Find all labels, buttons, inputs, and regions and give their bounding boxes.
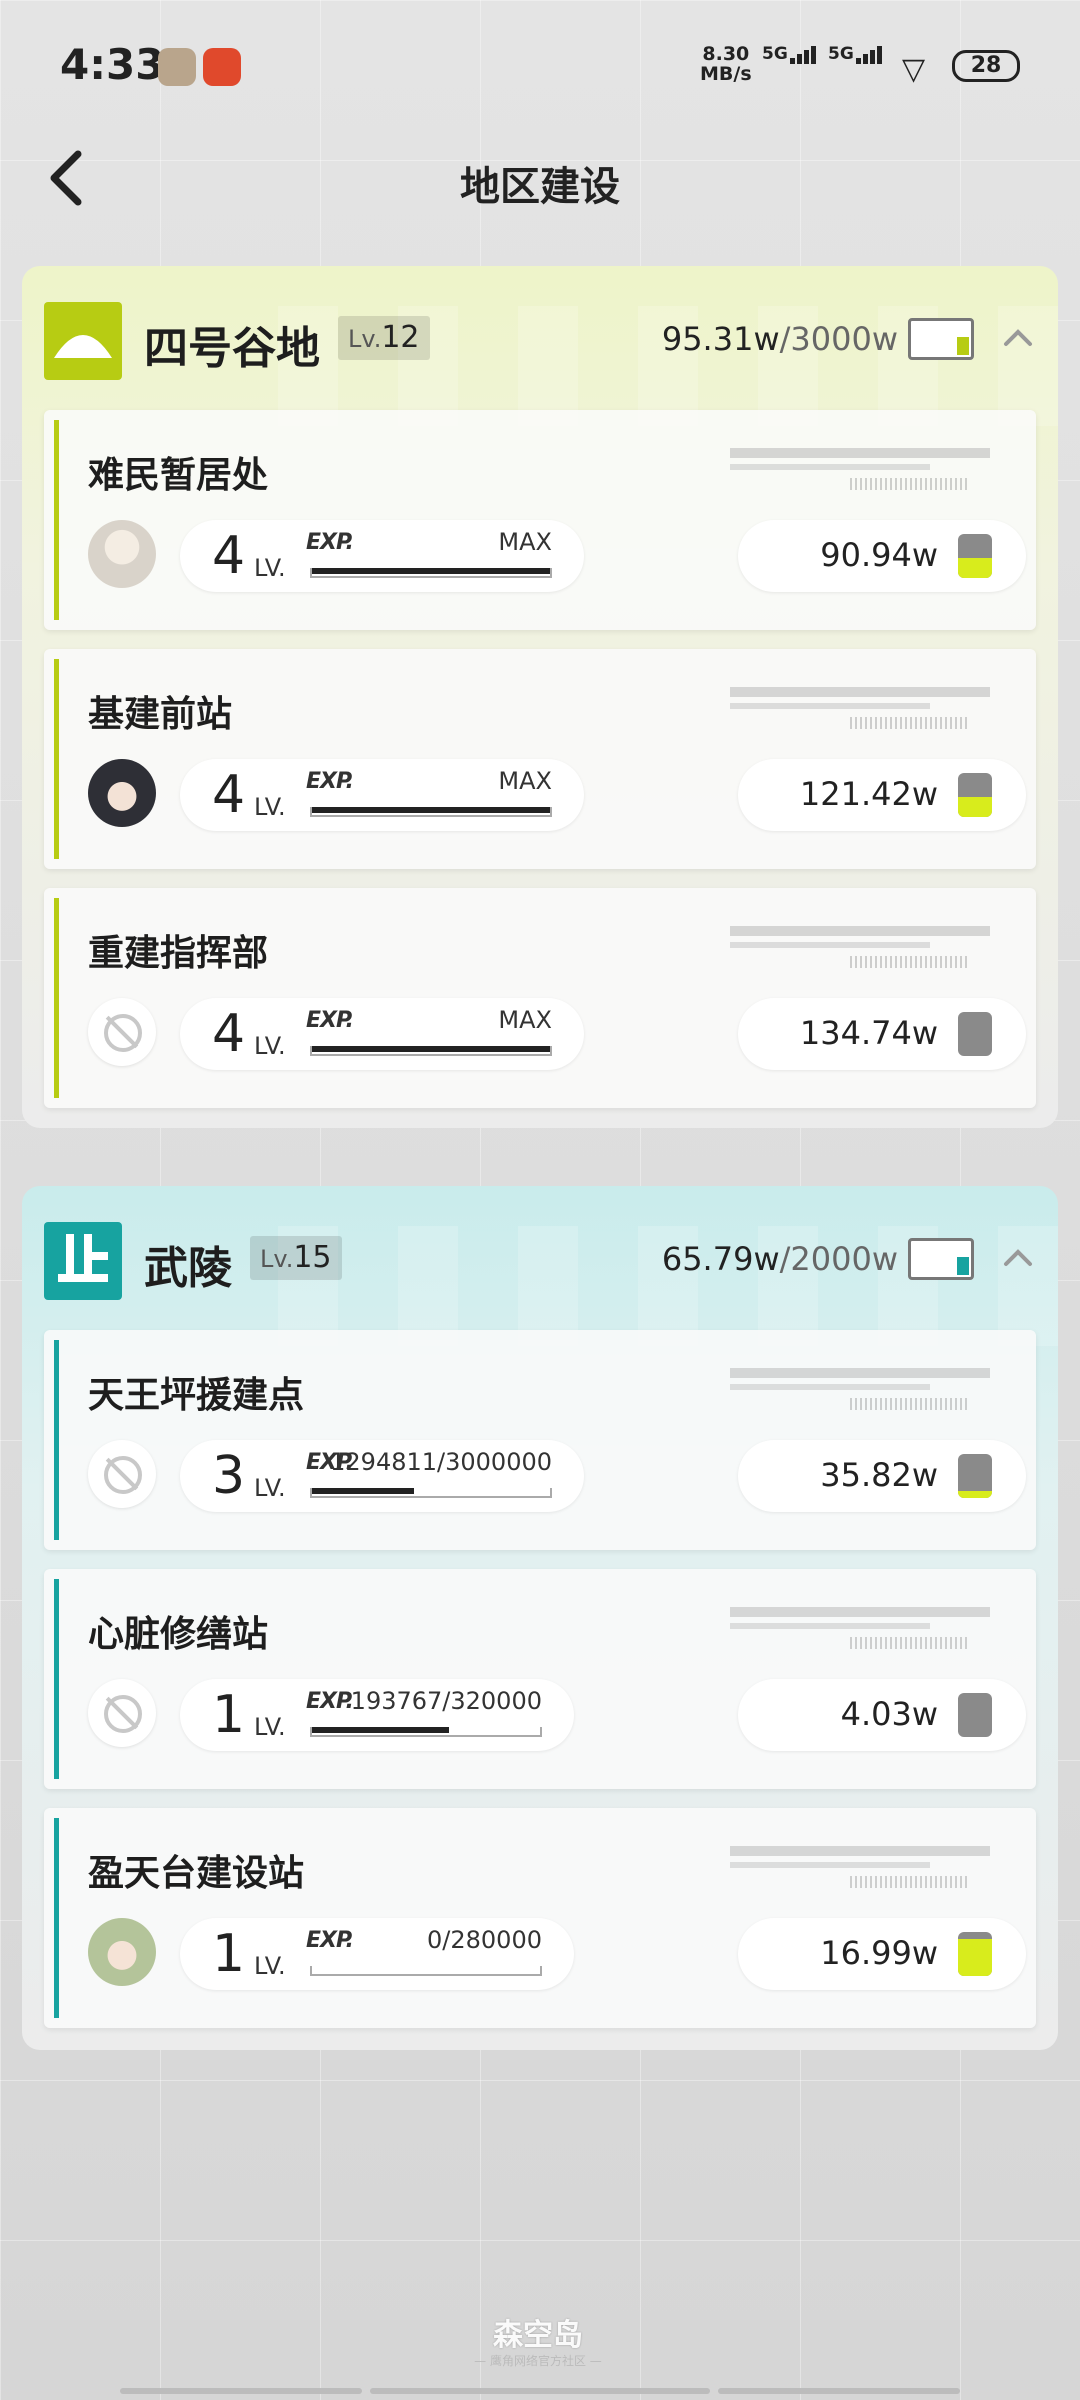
resource-pill[interactable]: 90.94w <box>738 520 1026 592</box>
region-panel: 四号谷地 Lv.12 95.31w/3000w 难民暂居处 4 LV. EXP.… <box>22 266 1058 1128</box>
signal-icon: 5G <box>762 44 818 64</box>
building-card[interactable]: 天王坪援建点 3 LV. EXP. 1294811/3000000 35.82w <box>44 1330 1036 1550</box>
region-emblem-icon <box>44 302 122 380</box>
region-level-badge: Lv.15 <box>250 1236 342 1280</box>
page-title: 地区建设 <box>460 164 620 210</box>
network-speed: 8.30 MB/s <box>700 43 752 85</box>
empty-slot-icon[interactable] <box>88 1679 156 1747</box>
building-level-pill: 3 LV. EXP. 1294811/3000000 <box>180 1440 584 1512</box>
resource-gauge-icon <box>958 1012 992 1056</box>
nav-handle[interactable] <box>370 2388 710 2394</box>
collapse-icon[interactable] <box>998 1238 1038 1278</box>
app-notification-icon <box>203 48 241 86</box>
building-level-pill: 4 LV. EXP. MAX <box>180 759 584 831</box>
region-map-icon <box>908 1238 974 1280</box>
building-name: 天王坪援建点 <box>88 1375 305 1416</box>
region-map-icon <box>908 318 974 360</box>
empty-slot-icon[interactable] <box>88 998 156 1066</box>
building-card[interactable]: 重建指挥部 4 LV. EXP. MAX 134.74w <box>44 888 1036 1108</box>
building-card[interactable]: 心脏修缮站 1 LV. EXP. 193767/320000 4.03w <box>44 1569 1036 1789</box>
nav-handle[interactable] <box>718 2388 960 2394</box>
building-card[interactable]: 基建前站 4 LV. EXP. MAX 121.42w <box>44 649 1036 869</box>
region-name: 武陵 <box>144 1243 232 1294</box>
building-name: 盈天台建设站 <box>88 1853 305 1894</box>
region-emblem-icon <box>44 1222 122 1300</box>
signal-icon: 5G <box>828 44 884 64</box>
character-avatar[interactable] <box>88 520 156 588</box>
battery-indicator: 28 <box>952 50 1020 82</box>
building-level-pill: 1 LV. EXP. 193767/320000 <box>180 1679 574 1751</box>
nav-handle[interactable] <box>120 2388 362 2394</box>
wifi-icon: ▽ <box>902 52 926 87</box>
exp-progress-bar <box>310 1727 542 1737</box>
resource-gauge-icon <box>958 534 992 578</box>
region-progress: 65.79w/2000w <box>661 1240 898 1278</box>
building-name: 重建指挥部 <box>88 933 269 974</box>
skland-tagline: — 鹰角网络官方社区 — <box>474 2354 602 2368</box>
region-name: 四号谷地 <box>144 323 320 374</box>
resource-pill[interactable]: 16.99w <box>738 1918 1026 1990</box>
building-card[interactable]: 盈天台建设站 1 LV. EXP. 0/280000 16.99w <box>44 1808 1036 2028</box>
building-name: 难民暂居处 <box>88 455 269 496</box>
resource-pill[interactable]: 35.82w <box>738 1440 1026 1512</box>
resource-gauge-icon <box>958 1932 992 1976</box>
region-progress: 95.31w/3000w <box>661 320 898 358</box>
resource-pill[interactable]: 4.03w <box>738 1679 1026 1751</box>
app-notification-icon <box>158 48 196 86</box>
resource-gauge-icon <box>958 1454 992 1498</box>
building-name: 基建前站 <box>88 694 233 735</box>
resource-pill[interactable]: 121.42w <box>738 759 1026 831</box>
region-level-badge: Lv.12 <box>338 316 430 360</box>
resource-gauge-icon <box>958 1693 992 1737</box>
exp-progress-bar <box>310 1488 552 1498</box>
region-panel: 武陵 Lv.15 65.79w/2000w 天王坪援建点 3 LV. EXP. … <box>22 1186 1058 2050</box>
empty-slot-icon[interactable] <box>88 1440 156 1508</box>
clock: 4:33 <box>60 40 165 89</box>
building-level-pill: 1 LV. EXP. 0/280000 <box>180 1918 574 1990</box>
building-level-pill: 4 LV. EXP. MAX <box>180 998 584 1070</box>
character-avatar[interactable] <box>88 1918 156 1986</box>
exp-progress-bar <box>310 807 552 817</box>
building-card[interactable]: 难民暂居处 4 LV. EXP. MAX 90.94w <box>44 410 1036 630</box>
collapse-icon[interactable] <box>998 318 1038 358</box>
exp-progress-bar <box>310 568 552 578</box>
building-level-pill: 4 LV. EXP. MAX <box>180 520 584 592</box>
resource-pill[interactable]: 134.74w <box>738 998 1026 1070</box>
status-bar: 4:33 8.30 MB/s 5G 5G ▽ 28 <box>0 0 1080 130</box>
resource-gauge-icon <box>958 773 992 817</box>
exp-progress-bar <box>310 1966 542 1976</box>
building-name: 心脏修缮站 <box>88 1614 269 1655</box>
character-avatar[interactable] <box>88 759 156 827</box>
exp-progress-bar <box>310 1046 552 1056</box>
